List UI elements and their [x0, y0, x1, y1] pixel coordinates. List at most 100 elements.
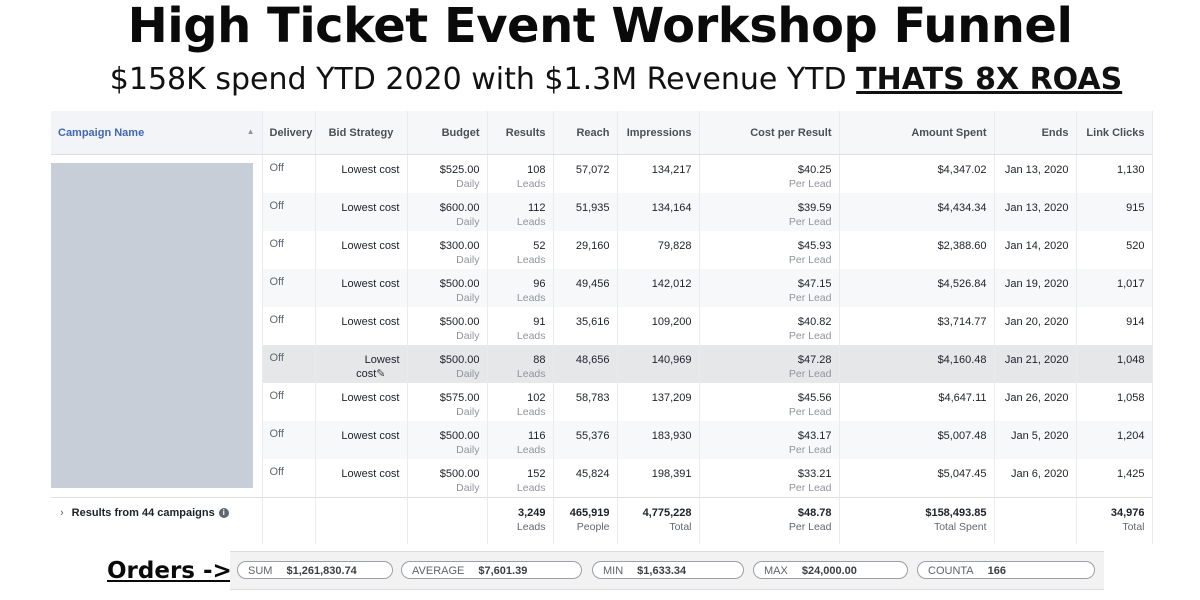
link-clicks-cell-value: 1,058: [1116, 392, 1145, 404]
stat-name: SUM: [248, 565, 273, 577]
bid-strategy-cell: Lowest cost✎: [315, 345, 408, 383]
summary-label-cell[interactable]: › Results from 44 campaigns i: [51, 497, 263, 544]
summary-results-value: 3,249: [517, 507, 546, 519]
col-amount-spent[interactable]: Amount Spent: [839, 111, 995, 155]
bid-strategy-cell-value: Lowest cost: [341, 240, 400, 252]
cost-per-result-cell-value: $47.15: [797, 278, 832, 290]
budget-cell-unit: Daily: [456, 330, 480, 342]
reach-cell-value: 58,783: [575, 392, 610, 404]
orders-stat-bar: SUM $1,261,830.74 AVERAGE $7,601.39 MIN $1,63…: [230, 551, 1104, 590]
stat-name: MAX: [764, 565, 788, 577]
link-clicks-cell-value: 1,017: [1116, 278, 1145, 290]
results-cell: 52 Leads: [487, 231, 554, 269]
results-cell: 152 Leads: [487, 459, 554, 498]
col-campaign-name[interactable]: Campaign Name ▲: [51, 111, 263, 155]
impressions-cell: 183,930: [617, 421, 700, 459]
col-delivery[interactable]: Delivery: [262, 111, 316, 155]
amount-spent-cell-value: $2,388.60: [937, 240, 987, 252]
amount-spent-cell-value: $4,347.02: [937, 164, 987, 176]
ends-cell-value: Jan 13, 2020: [1004, 202, 1069, 214]
reach-cell-value: 29,160: [575, 240, 610, 252]
budget-cell-value: $575.00: [439, 392, 480, 404]
impressions-cell-value: 134,164: [651, 202, 692, 214]
stat-pill-counta[interactable]: COUNTA 166: [917, 561, 1095, 579]
col-cost-per-result[interactable]: Cost per Result: [699, 111, 840, 155]
budget-cell-value: $300.00: [439, 240, 480, 252]
ends-cell: Jan 19, 2020: [994, 269, 1077, 307]
results-cell: 88 Leads: [487, 345, 554, 383]
results-cell-value: 91: [533, 316, 546, 328]
budget-cell: $500.00 Daily: [407, 269, 488, 307]
amount-spent-cell: $5,047.45: [839, 459, 995, 498]
impressions-cell-value: 198,391: [651, 468, 692, 480]
col-ends[interactable]: Ends: [994, 111, 1077, 155]
ends-cell-value: Jan 6, 2020: [1011, 468, 1069, 480]
cost-per-result-cell-value: $47.28: [797, 354, 832, 366]
reach-cell: 48,656: [553, 345, 618, 383]
bid-strategy-cell: Lowest cost: [315, 231, 408, 269]
reach-cell: 58,783: [553, 383, 618, 421]
amount-spent-cell-value: $4,160.48: [937, 354, 987, 366]
cost-per-result-cell: $47.15 Per Lead: [699, 269, 840, 307]
link-clicks-cell-value: 915: [1126, 202, 1145, 214]
stat-pill-max[interactable]: MAX $24,000.00: [753, 561, 908, 579]
cost-per-result-cell: $40.25 Per Lead: [699, 154, 840, 193]
summary-reach-value: 465,919: [569, 507, 610, 519]
stat-pill-average[interactable]: AVERAGE $7,601.39: [401, 561, 582, 579]
reach-cell: 49,456: [553, 269, 618, 307]
budget-cell: $500.00 Daily: [407, 307, 488, 345]
link-clicks-cell: 1,425: [1076, 459, 1153, 498]
col-bid-strategy[interactable]: Bid Strategy: [315, 111, 408, 155]
sort-up-icon[interactable]: ▲: [247, 127, 255, 136]
results-cell-value: 108: [527, 164, 546, 176]
results-cell-unit: Leads: [516, 406, 546, 418]
info-icon[interactable]: i: [218, 508, 229, 519]
chevron-right-icon[interactable]: ›: [60, 506, 64, 520]
ends-cell-value: Jan 5, 2020: [1011, 430, 1069, 442]
stat-pill-min[interactable]: MIN $1,633.34: [592, 561, 744, 579]
amount-spent-cell: $4,647.11: [839, 383, 995, 421]
summary-amount-spent: $158,493.85 Total Spent: [839, 497, 995, 544]
delivery-cell: Off: [262, 307, 316, 345]
stat-name: COUNTA: [928, 565, 974, 577]
results-cell: 96 Leads: [487, 269, 554, 307]
impressions-cell-value: 183,930: [651, 430, 692, 442]
link-clicks-cell: 1,058: [1076, 383, 1153, 421]
results-cell: 112 Leads: [487, 193, 554, 231]
col-reach[interactable]: Reach: [553, 111, 618, 155]
stat-value: $1,261,830.74: [286, 565, 357, 577]
col-results[interactable]: Results: [487, 111, 554, 155]
delivery-cell-value: Off: [269, 314, 284, 326]
col-budget[interactable]: Budget: [407, 111, 488, 155]
cost-per-result-cell-value: $45.56: [797, 392, 832, 404]
edit-pencil-icon[interactable]: ✎: [376, 368, 385, 380]
col-impressions[interactable]: Impressions: [617, 111, 700, 155]
stat-pill-sum[interactable]: SUM $1,261,830.74: [237, 561, 393, 579]
ends-cell: Jan 6, 2020: [994, 459, 1077, 498]
results-cell: 91 Leads: [487, 307, 554, 345]
headline: High Ticket Event Workshop Funnel: [127, 0, 1073, 54]
redacted-campaign-names: [51, 163, 253, 488]
budget-cell-unit: Daily: [456, 368, 480, 380]
delivery-cell-value: Off: [269, 276, 284, 288]
budget-cell-unit: Daily: [456, 406, 480, 418]
budget-cell-unit: Daily: [456, 178, 480, 190]
summary-link-clicks-unit: Total: [1122, 521, 1145, 533]
delivery-cell: Off: [262, 231, 316, 269]
cost-per-result-cell-unit: Per Lead: [788, 254, 832, 266]
link-clicks-cell: 914: [1076, 307, 1153, 345]
amount-spent-cell-value: $4,434.34: [937, 202, 987, 214]
cost-per-result-cell-value: $40.25: [797, 164, 832, 176]
results-cell-value: 88: [533, 354, 546, 366]
cost-per-result-cell-value: $40.82: [797, 316, 832, 328]
results-cell-unit: Leads: [516, 254, 546, 266]
ends-cell-value: Jan 19, 2020: [1004, 278, 1069, 290]
link-clicks-cell: 915: [1076, 193, 1153, 231]
cost-per-result-cell-value: $33.21: [797, 468, 832, 480]
stat-value: $24,000.00: [801, 565, 857, 577]
reach-cell: 29,160: [553, 231, 618, 269]
summary-link-clicks: 34,976 Total: [1076, 497, 1153, 544]
summary-amount-spent-unit: Total Spent: [933, 521, 987, 533]
reach-cell-value: 57,072: [575, 164, 610, 176]
col-link-clicks[interactable]: Link Clicks: [1076, 111, 1153, 155]
